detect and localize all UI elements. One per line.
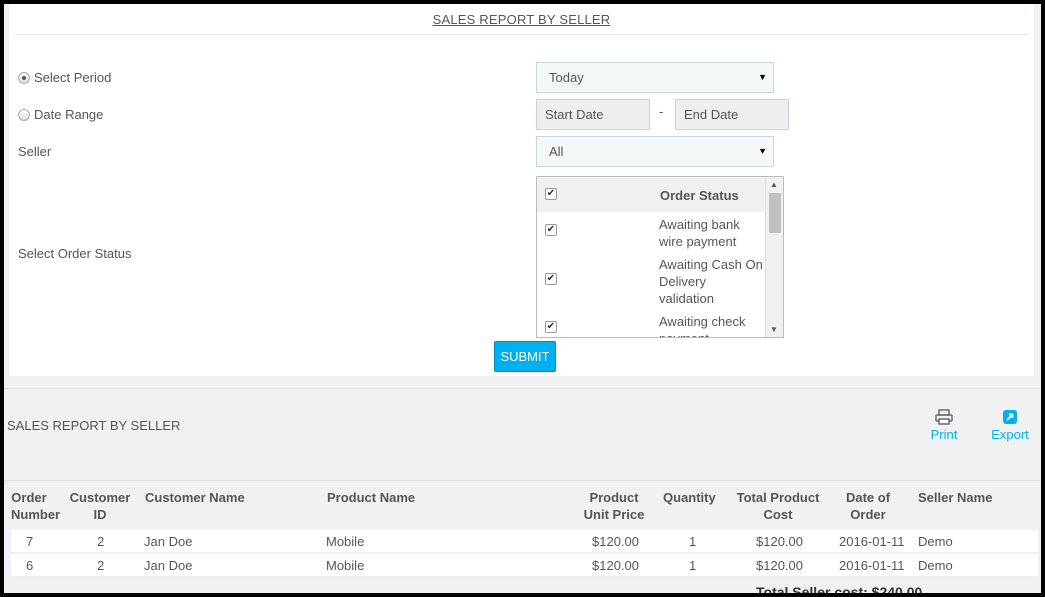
status-checkbox[interactable]: ✔ (545, 273, 557, 285)
form-title: SALES REPORT BY SELLER (432, 12, 611, 27)
submit-button[interactable]: SUBMIT (494, 341, 556, 372)
status-item: Awaiting Cash On Delivery validation (659, 257, 763, 306)
scrollbar[interactable]: ▲ ▼ (765, 177, 783, 337)
section-divider (4, 388, 1041, 389)
col-order-number[interactable]: Order Number (11, 489, 60, 523)
cell-quantity: 1 (689, 558, 697, 573)
cell-date: 2016-01-11 (839, 534, 905, 549)
col-customer-name[interactable]: Customer Name (145, 489, 245, 506)
cell-quantity: 1 (689, 534, 697, 549)
status-item: Awaiting bank wire payment (659, 217, 740, 249)
date-range-radio[interactable] (18, 108, 30, 121)
order-status-header: Order Status (660, 188, 739, 203)
date-separator: - (659, 104, 664, 119)
status-checkbox[interactable]: ✔ (545, 321, 557, 333)
status-checkbox[interactable]: ✔ (545, 224, 557, 236)
order-status-header-row: ✔ Order Status (537, 177, 765, 212)
col-unit-price[interactable]: Product Unit Price (581, 489, 647, 523)
select-period-label: Select Period (34, 70, 112, 85)
export-button[interactable]: Export (990, 409, 1030, 442)
seller-select-value: All (549, 144, 564, 159)
seller-label: Seller (18, 144, 52, 159)
col-customer-id[interactable]: Customer ID (68, 489, 132, 523)
col-seller-name[interactable]: Seller Name (918, 489, 992, 506)
scroll-thumb[interactable] (769, 193, 781, 233)
cell-seller-name: Demo (918, 534, 953, 549)
filter-panel: SALES REPORT BY SELLER Select Period Dat… (9, 4, 1034, 376)
cell-order-number: 6 (26, 558, 34, 573)
print-button[interactable]: Print (927, 409, 961, 442)
period-select-value: Today (549, 70, 584, 85)
scroll-up-arrow-icon[interactable]: ▲ (770, 180, 778, 189)
cell-unit-price: $120.00 (592, 558, 639, 573)
cell-total-cost: $120.00 (756, 558, 803, 573)
cell-seller-name: Demo (918, 558, 953, 573)
app-window: SALES REPORT BY SELLER Select Period Dat… (0, 0, 1045, 597)
col-total-cost[interactable]: Total Product Cost (736, 489, 820, 523)
report-title: SALES REPORT BY SELLER (7, 418, 181, 433)
col-product-name[interactable]: Product Name (327, 489, 415, 506)
cell-customer-id: 2 (97, 534, 105, 549)
cell-product-name: Mobile (326, 558, 365, 573)
table-row[interactable]: 6 2 Jan Doe Mobile $120.00 1 $120.00 201… (11, 554, 1038, 577)
export-icon (990, 409, 1030, 427)
chevron-down-icon: ▼ (758, 72, 767, 82)
cell-customer-id: 2 (97, 558, 105, 573)
end-date-input[interactable]: End Date (675, 99, 789, 130)
printer-icon (927, 409, 961, 427)
date-range-label: Date Range (34, 107, 104, 122)
select-period-radio[interactable] (18, 71, 30, 84)
period-select[interactable]: Today ▼ (536, 62, 774, 93)
table-row[interactable]: 7 2 Jan Doe Mobile $120.00 1 $120.00 201… (11, 530, 1038, 553)
order-status-list[interactable]: ✔ Order Status ✔ Awaiting bank wire paym… (536, 176, 784, 338)
cell-customer-name: Jan Doe (144, 558, 193, 573)
cell-unit-price: $120.00 (592, 534, 639, 549)
col-date[interactable]: Date of Order (842, 489, 894, 523)
total-seller-cost: Total Seller cost: $240.00 (756, 584, 923, 597)
order-status-label: Select Order Status (18, 246, 132, 261)
cell-customer-name: Jan Doe (144, 534, 193, 549)
date-range-option[interactable]: Date Range (18, 107, 103, 122)
col-quantity[interactable]: Quantity (663, 489, 716, 506)
status-item: Awaiting check payment (659, 314, 746, 337)
chevron-down-icon: ▼ (758, 146, 767, 156)
title-divider (15, 34, 1028, 35)
export-label: Export (991, 427, 1029, 442)
select-all-checkbox[interactable]: ✔ (545, 188, 557, 200)
print-label: Print (930, 427, 958, 442)
cell-date: 2016-01-11 (839, 558, 905, 573)
table-header-divider (4, 480, 1041, 481)
start-date-input[interactable]: Start Date (536, 99, 650, 130)
select-period-option[interactable]: Select Period (18, 70, 111, 85)
seller-select[interactable]: All ▼ (536, 136, 774, 167)
cell-order-number: 7 (26, 534, 34, 549)
cell-product-name: Mobile (326, 534, 365, 549)
cell-total-cost: $120.00 (756, 534, 803, 549)
scroll-down-arrow-icon[interactable]: ▼ (770, 325, 778, 334)
